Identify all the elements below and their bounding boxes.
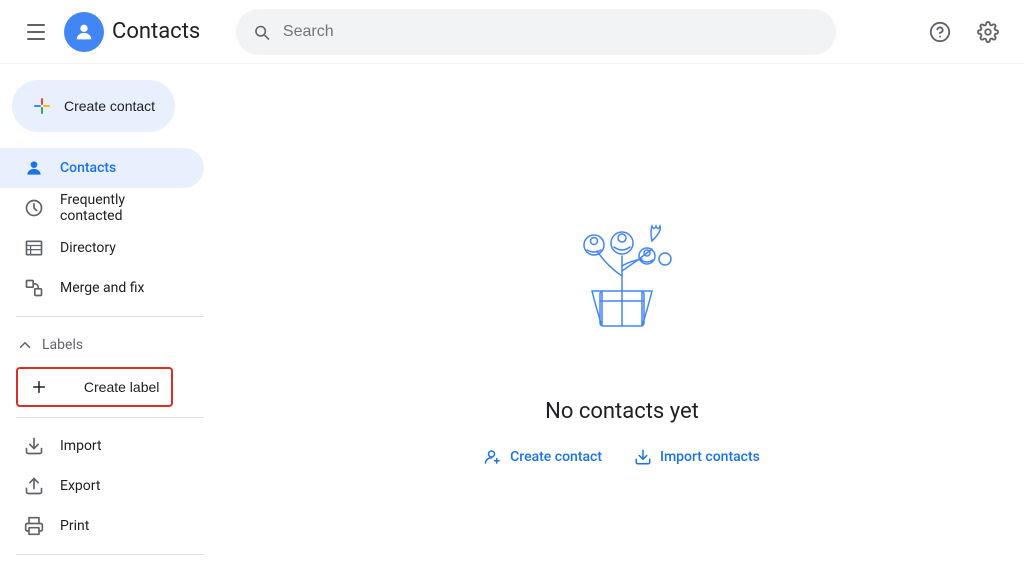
clock-icon (24, 198, 44, 218)
search-bar[interactable] (236, 9, 836, 55)
sidebar-divider-2 (16, 417, 204, 418)
empty-state-title: No contacts yet (545, 399, 699, 424)
plus-small-icon (30, 378, 48, 396)
sidebar-item-other-contacts[interactable]: Other contacts (0, 563, 204, 573)
directory-icon (24, 238, 44, 258)
sidebar-item-label-export: Export (60, 478, 100, 494)
empty-create-contact-label: Create contact (510, 449, 602, 465)
sidebar-item-label-directory: Directory (60, 240, 116, 256)
empty-create-contact-link[interactable]: Create contact (484, 448, 602, 466)
app-logo (64, 12, 104, 52)
export-icon (24, 476, 44, 496)
sidebar-item-label-import: Import (60, 438, 102, 454)
sidebar-item-contacts[interactable]: Contacts (0, 148, 204, 188)
help-icon (929, 21, 951, 43)
create-label-container: Create label (0, 365, 220, 409)
sidebar-item-merge-fix[interactable]: Merge and fix (0, 268, 204, 308)
sidebar-item-label-merge: Merge and fix (60, 280, 144, 296)
app-title: Contacts (112, 19, 200, 44)
import-contacts-label: Import contacts (660, 449, 760, 465)
header-right (920, 12, 1008, 52)
hamburger-button[interactable] (16, 12, 56, 52)
person-add-icon (484, 448, 502, 466)
create-contact-button[interactable]: Create contact (12, 80, 175, 132)
sidebar-item-print[interactable]: Print (0, 506, 204, 546)
sidebar-item-export[interactable]: Export (0, 466, 204, 506)
main-layout: Create contact Contacts Frequently conta… (0, 64, 1024, 573)
sidebar-item-label-frequently: Frequently contacted (60, 192, 180, 224)
empty-state-actions: Create contact Import contacts (484, 448, 760, 466)
create-label-button[interactable]: Create label (16, 367, 173, 407)
app-header: Contacts (0, 0, 1024, 64)
import-icon (24, 436, 44, 456)
header-left: Contacts (16, 12, 236, 52)
settings-button[interactable] (968, 12, 1008, 52)
chevron-up-icon (16, 336, 34, 354)
search-input[interactable] (283, 23, 820, 41)
plus-icon (32, 96, 52, 116)
sidebar-divider-3 (16, 554, 204, 555)
main-content: No contacts yet Create contact Import co… (220, 64, 1024, 573)
sidebar-divider-1 (16, 316, 204, 317)
print-icon (24, 516, 44, 536)
empty-illustration (522, 171, 722, 375)
hamburger-icon (27, 24, 45, 40)
sidebar-item-label-contacts: Contacts (60, 160, 116, 176)
help-button[interactable] (920, 12, 960, 52)
search-icon (252, 22, 271, 42)
sidebar-item-directory[interactable]: Directory (0, 228, 204, 268)
sidebar: Create contact Contacts Frequently conta… (0, 64, 220, 573)
labels-section-title: Labels (42, 337, 83, 353)
sidebar-item-frequently-contacted[interactable]: Frequently contacted (0, 188, 204, 228)
contacts-icon (24, 158, 44, 178)
settings-icon (977, 21, 999, 43)
create-contact-label: Create contact (64, 98, 155, 114)
labels-section-header: Labels (0, 325, 220, 365)
sidebar-item-import[interactable]: Import (0, 426, 204, 466)
create-label-text: Create label (84, 379, 160, 395)
import-contacts-link[interactable]: Import contacts (634, 448, 760, 466)
import-contacts-icon (634, 448, 652, 466)
merge-icon (24, 278, 44, 298)
sidebar-item-label-print: Print (60, 518, 89, 534)
